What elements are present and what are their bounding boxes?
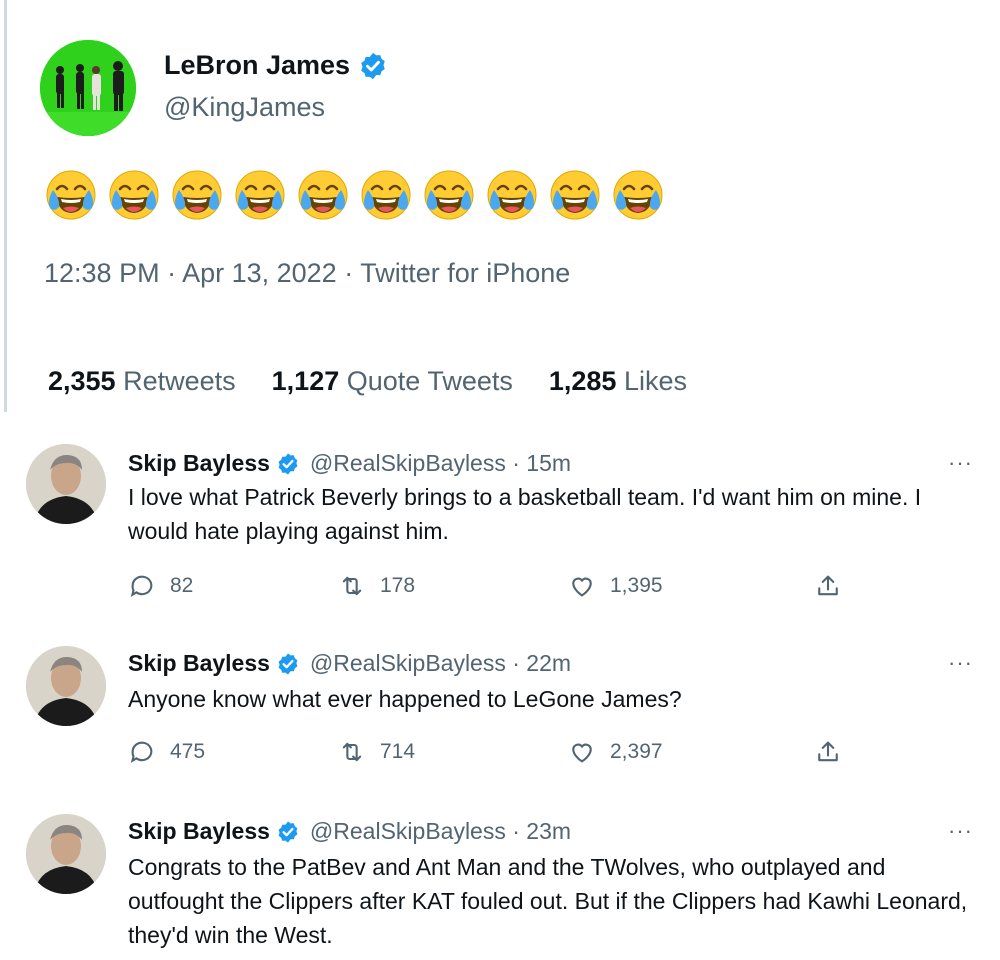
avatar-photo <box>40 40 136 136</box>
retweet-count: 178 <box>380 574 416 597</box>
tweet-body-emojis <box>44 168 665 222</box>
avatar-photo <box>26 444 106 524</box>
share-icon <box>818 575 838 596</box>
avatar-photo <box>26 814 106 894</box>
more-options-icon[interactable]: ··· <box>948 450 973 476</box>
retweet-icon <box>342 742 362 762</box>
likes-stat[interactable]: 1,285 Likes <box>549 366 687 397</box>
reply-actions: 82 178 1,395 <box>128 572 848 602</box>
reply-author-name[interactable]: Skip Bayless <box>128 450 270 477</box>
verified-badge-icon <box>361 52 385 79</box>
retweets-label: Retweets <box>123 366 236 396</box>
author-avatar[interactable] <box>40 40 136 136</box>
reply-button[interactable]: 475 <box>128 738 205 766</box>
reply-author-name[interactable]: Skip Bayless <box>128 650 270 677</box>
heart-icon <box>572 577 592 597</box>
verified-badge-icon <box>278 453 298 474</box>
likes-label: Likes <box>623 366 687 396</box>
quote-tweets-label: Quote Tweets <box>346 366 513 396</box>
reply-avatar[interactable] <box>26 814 106 894</box>
verified-badge-icon <box>278 821 298 842</box>
left-divider <box>4 0 7 412</box>
reply-header: Skip Bayless @RealSkipBayless · 22m <box>128 650 571 677</box>
author-name-row[interactable]: LeBron James <box>164 50 388 81</box>
reply-text: Anyone know what ever happened to LeGone… <box>128 686 682 712</box>
tears-of-joy-emoji-icon <box>487 170 537 220</box>
reply-tweet[interactable]: Skip Bayless @RealSkipBayless · 23m ··· … <box>0 808 1000 960</box>
share-button[interactable] <box>814 738 842 766</box>
tears-of-joy-emoji-icon <box>172 170 222 220</box>
retweet-button[interactable]: 714 <box>338 738 415 766</box>
retweets-stat[interactable]: 2,355 Retweets <box>48 366 236 397</box>
share-icon <box>818 741 838 762</box>
reply-header: Skip Bayless @RealSkipBayless · 15m <box>128 450 571 477</box>
quote-tweets-stat[interactable]: 1,127 Quote Tweets <box>272 366 513 397</box>
like-count: 1,395 <box>610 574 663 597</box>
reply-text: I love what Patrick Beverly brings to a … <box>128 484 922 544</box>
reply-tweet[interactable]: Skip Bayless @RealSkipBayless · 22m ··· … <box>0 640 1000 790</box>
author-handle[interactable]: @KingJames <box>164 92 325 123</box>
share-button[interactable] <box>814 572 842 600</box>
reply-avatar[interactable] <box>26 444 106 524</box>
reply-actions: 475 714 2,397 <box>128 738 848 768</box>
heart-icon <box>572 743 592 763</box>
reply-count: 475 <box>170 740 206 763</box>
tears-of-joy-emoji-icon <box>235 170 285 220</box>
tears-of-joy-emoji-icon <box>613 170 663 220</box>
like-button[interactable]: 2,397 <box>568 738 663 766</box>
more-options-icon[interactable]: ··· <box>948 818 973 844</box>
comment-icon <box>130 741 153 763</box>
tears-of-joy-emoji-icon <box>550 170 600 220</box>
retweet-button[interactable]: 178 <box>338 572 415 600</box>
verified-badge-icon <box>278 653 298 674</box>
tears-of-joy-emoji-icon <box>46 170 96 220</box>
retweets-count: 2,355 <box>48 366 116 396</box>
main-tweet: LeBron James @KingJames 12:38 PM · Apr 1… <box>0 0 1000 412</box>
reply-header: Skip Bayless @RealSkipBayless · 23m <box>128 818 571 845</box>
reply-handle-time[interactable]: @RealSkipBayless · 15m <box>310 450 571 477</box>
tears-of-joy-emoji-icon <box>109 170 159 220</box>
tweet-stats: 2,355 Retweets 1,127 Quote Tweets 1,285 … <box>48 366 723 397</box>
retweet-icon <box>342 576 362 596</box>
author-name[interactable]: LeBron James <box>164 50 350 81</box>
reply-button[interactable]: 82 <box>128 572 193 600</box>
tears-of-joy-emoji-icon <box>298 170 348 220</box>
reply-tweet[interactable]: Skip Bayless @RealSkipBayless · 15m ··· … <box>0 440 1000 620</box>
comment-icon <box>130 575 153 597</box>
reply-handle-time[interactable]: @RealSkipBayless · 23m <box>310 818 571 845</box>
likes-count: 1,285 <box>548 366 617 396</box>
reply-text: Congrats to the PatBev and Ant Man and t… <box>128 854 968 948</box>
like-count: 2,397 <box>610 740 663 763</box>
like-button[interactable]: 1,395 <box>568 572 663 600</box>
reply-avatar[interactable] <box>26 646 106 726</box>
quote-tweets-count: 1,127 <box>271 366 340 396</box>
reply-count: 82 <box>170 574 194 597</box>
tweet-timestamp[interactable]: 12:38 PM · Apr 13, 2022 · Twitter for iP… <box>44 258 570 289</box>
tears-of-joy-emoji-icon <box>361 170 411 220</box>
retweet-count: 714 <box>380 740 416 763</box>
reply-author-name[interactable]: Skip Bayless <box>128 818 270 845</box>
reply-handle-time[interactable]: @RealSkipBayless · 22m <box>310 650 571 677</box>
avatar-photo <box>26 646 106 726</box>
tears-of-joy-emoji-icon <box>424 170 474 220</box>
more-options-icon[interactable]: ··· <box>948 650 973 676</box>
